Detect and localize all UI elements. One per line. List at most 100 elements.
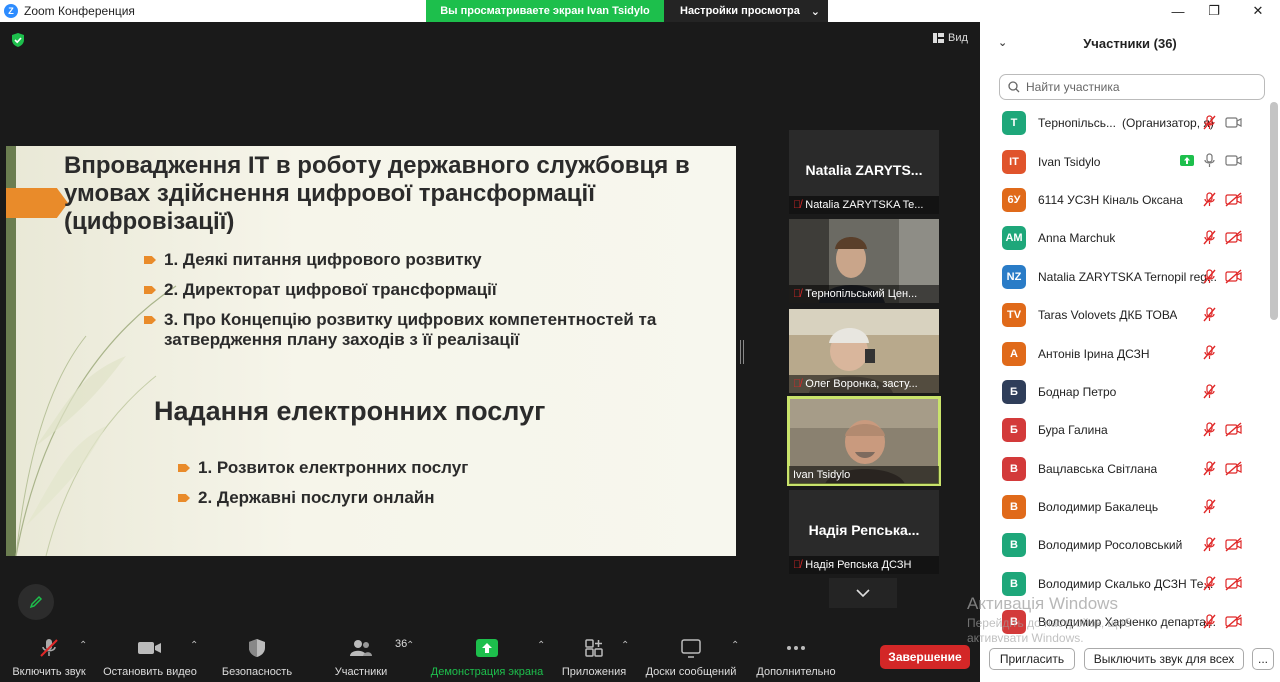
tiles-scroll-down-button[interactable] [829,578,897,608]
panel-footer: Пригласить Выключить звук для всех ... [980,642,1280,682]
participant-row[interactable]: В Володимир Скалько ДСЗН Те... [980,565,1272,603]
view-label: Вид [948,32,968,44]
participant-row[interactable]: T Тернопільсь... (Организатор, я) [980,104,1272,142]
camera-icon [138,642,161,654]
mic-muted-icon[interactable] [1202,422,1217,437]
participant-row[interactable]: А Антонів Ірина ДСЗН [980,334,1272,372]
whiteboard-icon [681,639,701,658]
apps-button[interactable]: Приложения [558,636,630,678]
share-screen-button[interactable]: Демонстрация экрана [428,636,546,678]
shared-slide: Впровадження ІТ в роботу державного служ… [6,146,736,556]
stop-video-button[interactable]: Остановить видео [101,636,199,678]
share-screen-icon [476,639,498,657]
participant-row[interactable]: 6У 6114 УСЗН Кіналь Оксана [980,181,1272,219]
participant-row[interactable]: Б Бура Галина [980,411,1272,449]
mic-muted-icon [40,639,58,657]
mute-all-button[interactable]: Выключить звук для всех [1084,648,1244,670]
participant-row[interactable]: Б Боднар Петро [980,373,1272,411]
participant-avatar: NZ [1002,264,1026,289]
mic-muted-icon[interactable] [1202,115,1217,130]
mic-muted-icon[interactable] [1202,384,1217,399]
participants-button[interactable]: 36 Участники [330,636,408,678]
view-options-button[interactable]: Настройки просмотра ⌄ [664,0,828,22]
apps-options-caret[interactable]: ⌃ [621,640,629,651]
participant-avatar: В [1002,495,1026,520]
participant-row[interactable]: IT Ivan Tsidylo [980,142,1272,180]
end-meeting-button[interactable]: Завершение [880,645,970,669]
slide-title: Впровадження ІТ в роботу державного служ… [64,152,690,235]
minimize-button[interactable]: — [1158,0,1198,22]
video-options-caret[interactable]: ⌃ [190,640,198,651]
mic-muted-icon[interactable] [1202,537,1217,552]
mic-muted-icon[interactable] [1202,460,1217,476]
video-tile-active-speaker[interactable]: Ivan Tsidylo [787,396,941,486]
participant-name: Natalia ZARYTSKA Ternopil reg... [1038,269,1217,284]
unmute-button[interactable]: Включить звук [8,636,90,678]
participant-row[interactable]: В Вацлавська Світлана [980,450,1272,488]
participant-row[interactable]: В Володимир Бакалець [980,488,1272,526]
video-tile[interactable]: 🎙̸ Олег Воронка, засту... [789,309,939,393]
security-button[interactable]: Безопасность [218,636,296,678]
participant-status-icons [1202,384,1242,399]
view-layout-button[interactable]: Вид [933,32,968,44]
mic-muted-icon[interactable] [1202,345,1217,360]
participant-status-icons [1202,345,1242,360]
search-placeholder: Найти участника [1026,80,1120,94]
video-tile[interactable]: Надія Репська... 🎙̸ Надія Репська ДСЗН [789,490,939,574]
annotate-pen-button[interactable] [18,584,54,620]
camera-icon[interactable] [1225,115,1242,130]
participant-row[interactable]: AM Anna Marchuk [980,219,1272,257]
participant-name: Володимир Харченко департа... [1038,615,1216,630]
invite-button[interactable]: Пригласить [989,648,1075,670]
tile-caption: 🎙̸ Олег Воронка, засту... [789,375,939,393]
mic-muted-icon[interactable] [1202,230,1217,245]
participant-row[interactable]: TV Taras Volovets ДКБ ТОВА [980,296,1272,334]
participants-options-caret[interactable]: ⌃ [406,640,414,651]
camera-off-icon[interactable] [1225,576,1242,591]
participants-panel: ⌄ Участники (36) Найти участника T Терноп… [980,22,1280,682]
mic-muted-icon[interactable] [1202,307,1217,322]
mic-muted-icon[interactable] [1202,192,1217,207]
participant-search-input[interactable]: Найти участника [999,74,1265,100]
participant-avatar: А [1002,341,1026,366]
participant-row[interactable]: В Володимир Харченко департа... [980,603,1272,641]
participant-row[interactable]: В Володимир Росоловський [980,526,1272,564]
participant-status-icons [1202,614,1242,629]
video-tile[interactable]: Natalia ZARYTS... 🎙̸ Natalia ZARYTSKA Te.… [789,130,939,214]
camera-off-icon[interactable] [1225,422,1242,437]
mic-muted-icon[interactable] [1202,499,1217,514]
tile-caption: 🎙̸ Тернопільський Цен... [789,285,939,303]
whiteboards-button[interactable]: Доски сообщений [641,636,741,678]
video-tile[interactable]: 🎙̸ Тернопільський Цен... [789,219,939,303]
shield-check-icon[interactable] [10,32,26,48]
meeting-toolbar: Включить звук ⌃ Остановить видео ⌃ Безоп… [0,632,980,682]
participant-row[interactable]: NZ Natalia ZARYTSKA Ternopil reg... [980,258,1272,296]
mic-muted-icon[interactable] [1202,614,1217,629]
more-button[interactable]: Дополнительно [752,636,840,678]
participants-icon [350,640,372,656]
grid-layout-icon [933,33,944,43]
camera-off-icon[interactable] [1225,192,1242,207]
camera-off-icon[interactable] [1225,230,1242,245]
splitter-handle[interactable] [740,340,744,364]
chevron-down-icon[interactable]: ⌄ [998,36,1007,49]
participant-name: Антонів Ірина ДСЗН [1038,346,1150,361]
panel-scrollbar[interactable] [1270,102,1278,320]
audio-options-caret[interactable]: ⌃ [79,640,87,651]
camera-icon[interactable] [1225,153,1242,168]
camera-off-icon[interactable] [1225,537,1242,552]
maximize-button[interactable]: ❐ [1194,0,1234,22]
mic-muted-icon[interactable] [1202,576,1217,591]
mic-icon[interactable] [1202,153,1217,168]
participant-name: 6114 УСЗН Кіналь Оксана [1038,192,1183,207]
whiteboard-options-caret[interactable]: ⌃ [731,640,739,651]
camera-off-icon[interactable] [1225,460,1242,476]
tile-center-name: Natalia ZARYTS... [805,162,923,178]
camera-off-icon[interactable] [1225,614,1242,629]
close-button[interactable]: ✕ [1238,0,1278,22]
share-options-caret[interactable]: ⌃ [537,640,545,651]
camera-off-icon[interactable] [1225,269,1242,284]
panel-more-button[interactable]: ... [1252,648,1274,670]
mic-muted-icon[interactable] [1202,268,1217,284]
tile-caption: Ivan Tsidylo [789,466,939,484]
